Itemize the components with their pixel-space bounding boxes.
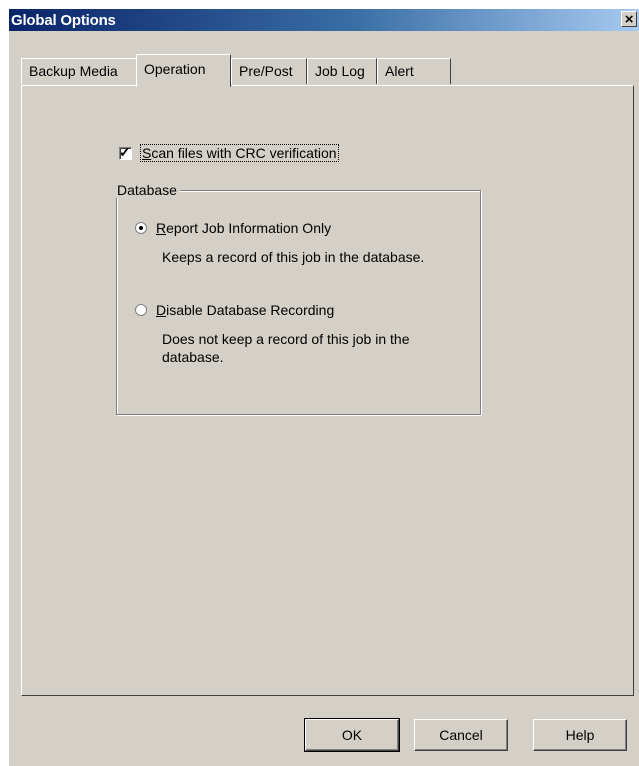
tab-label: Job Log [315, 63, 365, 79]
ok-button[interactable]: OK [304, 718, 400, 752]
cancel-button[interactable]: Cancel [414, 719, 508, 751]
title-bar[interactable]: Global Options × [9, 9, 639, 31]
global-options-dialog: Global Options × Backup Media Operation … [8, 8, 639, 766]
radio-selected-dot [139, 226, 143, 230]
tab-pre-post[interactable]: Pre/Post [231, 58, 307, 84]
crc-checkbox[interactable]: ✓ [119, 144, 132, 160]
disable-db-recording-description: Does not keep a record of this job in th… [162, 331, 410, 365]
operation-panel: ✓ Scan files with CRC verification Datab… [21, 85, 634, 696]
tab-job-log[interactable]: Job Log [307, 58, 377, 84]
radio-button[interactable] [135, 304, 147, 316]
help-button[interactable]: Help [533, 719, 627, 751]
close-button[interactable]: × [621, 11, 637, 27]
tab-label: Pre/Post [239, 63, 293, 79]
tab-label: Backup Media [29, 63, 118, 79]
radio-label: Disable Database Recording [156, 302, 335, 318]
report-job-info-description: Keeps a record of this job in the databa… [162, 249, 425, 265]
tab-backup-media[interactable]: Backup Media [21, 58, 138, 84]
radio-report-job-info[interactable]: Report Job Information Only [135, 220, 331, 236]
tab-label: Operation [144, 61, 206, 77]
checkmark-icon: ✓ [119, 143, 131, 160]
tab-alert[interactable]: Alert [377, 58, 451, 84]
tab-operation[interactable]: Operation [136, 54, 231, 87]
crc-checkbox-label: Scan files with CRC verification [140, 144, 339, 162]
dialog-title: Global Options [11, 12, 116, 29]
tab-label: Alert [385, 63, 414, 79]
database-group: Database Report Job Information Only Kee… [116, 182, 481, 415]
radio-disable-db-recording[interactable]: Disable Database Recording [135, 302, 334, 318]
radio-button[interactable] [135, 222, 147, 234]
database-group-legend: Database [116, 182, 180, 198]
radio-label: Report Job Information Only [156, 220, 332, 236]
crc-verification-option[interactable]: ✓ Scan files with CRC verification [119, 144, 339, 162]
close-icon: × [624, 11, 634, 28]
